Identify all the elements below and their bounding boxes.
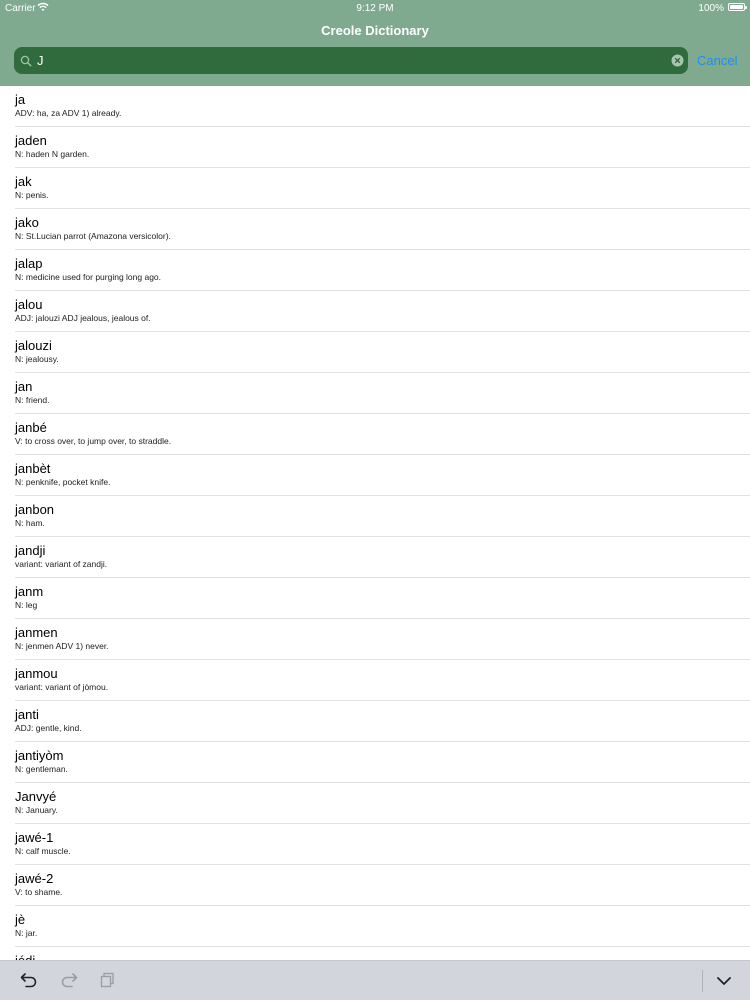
entry-word: janmen xyxy=(15,625,58,640)
list-item[interactable]: janbèt N: penknife, pocket knife. xyxy=(0,455,750,496)
entry-word: jalou xyxy=(15,297,43,312)
list-item[interactable]: jawé-1 N: calf muscle. xyxy=(0,824,750,865)
status-bar: Carrier 9:12 PM 100% xyxy=(0,0,750,16)
list-item[interactable]: jandji variant: variant of zandji. xyxy=(0,537,750,578)
entry-definition: N: penis. xyxy=(15,190,49,200)
entry-definition: ADJ: jalouzi ADJ jealous, jealous of. xyxy=(15,313,151,323)
list-item[interactable]: janm N: leg xyxy=(0,578,750,619)
list-item[interactable]: jak N: penis. xyxy=(0,168,750,209)
entry-definition: N: jenmen ADV 1) never. xyxy=(15,641,109,651)
keyboard-toolbar xyxy=(0,960,750,1000)
clear-icon[interactable] xyxy=(671,54,684,72)
list-item[interactable]: jaden N: haden N garden. xyxy=(0,127,750,168)
entry-definition: N: St.Lucian parrot (Amazona versicolor)… xyxy=(15,231,171,241)
entry-word: jalap xyxy=(15,256,43,271)
entry-list[interactable]: ja ADV: ha, za ADV 1) already. jaden N: had… xyxy=(0,86,750,960)
paste-icon[interactable] xyxy=(100,972,116,993)
entry-word: jawé-2 xyxy=(15,871,54,886)
list-item[interactable]: janbé V: to cross over, to jump over, to … xyxy=(0,414,750,455)
entry-definition: N: jar. xyxy=(15,928,38,938)
list-item[interactable]: jan N: friend. xyxy=(0,373,750,414)
entry-definition: N: gentleman. xyxy=(15,764,68,774)
entry-definition: N: jealousy. xyxy=(15,354,59,364)
entry-word: janbèt xyxy=(15,461,51,476)
entry-word: janbé xyxy=(15,420,47,435)
entry-word: Janvyé xyxy=(15,789,57,804)
entry-word: jako xyxy=(15,215,39,230)
entry-word: jalouzi xyxy=(15,338,52,353)
redo-icon[interactable] xyxy=(60,972,78,993)
cancel-button[interactable]: Cancel xyxy=(697,53,737,68)
clock-label: 9:12 PM xyxy=(356,3,394,14)
entry-definition: N: ham. xyxy=(15,518,45,528)
entry-definition: N: medicine used for purging long ago. xyxy=(15,272,162,282)
entry-word: jan xyxy=(15,379,33,394)
entry-definition: N: penknife, pocket knife. xyxy=(15,477,111,487)
list-item[interactable]: jalou ADJ: jalouzi ADJ jealous, jealous o… xyxy=(0,291,750,332)
entry-definition: N: haden N garden. xyxy=(15,149,90,159)
entry-word: janti xyxy=(15,707,39,722)
list-item[interactable]: Janvyé N: January. xyxy=(0,783,750,824)
battery-icon xyxy=(728,3,747,11)
entry-definition: ADJ: gentle, kind. xyxy=(15,723,82,733)
list-item[interactable]: jantiyòm N: gentleman. xyxy=(0,742,750,783)
list-item[interactable]: jè N: jar. xyxy=(0,906,750,947)
entry-definition: N: calf muscle. xyxy=(15,846,71,856)
list-item[interactable]: jako N: St.Lucian parrot (Amazona versico… xyxy=(0,209,750,250)
list-item[interactable]: jawé-2 V: to shame. xyxy=(0,865,750,906)
entry-word: ja xyxy=(15,92,26,107)
navigation-header: Carrier 9:12 PM 100% Creole Dictionary J… xyxy=(0,0,750,86)
entry-word: jaden xyxy=(15,133,47,148)
entry-word: jè xyxy=(15,912,26,927)
entry-word: janbon xyxy=(15,502,55,517)
battery-percent: 100% xyxy=(698,3,724,14)
entry-definition: N: friend. xyxy=(15,395,50,405)
entry-definition: variant: variant of jòmou. xyxy=(15,682,109,692)
chevron-down-icon[interactable] xyxy=(716,974,732,992)
list-item[interactable]: janti ADJ: gentle, kind. xyxy=(0,701,750,742)
search-input[interactable]: J xyxy=(37,53,44,68)
page-title: Creole Dictionary xyxy=(321,23,429,38)
list-item[interactable]: jalap N: medicine used for purging long a… xyxy=(0,250,750,291)
entry-definition: variant: variant of zandji. xyxy=(15,559,108,569)
entry-word: jak xyxy=(15,174,32,189)
toolbar-divider xyxy=(702,970,703,992)
list-item[interactable]: janmen N: jenmen ADV 1) never. xyxy=(0,619,750,660)
list-item[interactable]: jalouzi N: jealousy. xyxy=(0,332,750,373)
search-icon xyxy=(20,54,32,72)
list-item[interactable]: janbon N: ham. xyxy=(0,496,750,537)
list-item[interactable]: ja ADV: ha, za ADV 1) already. xyxy=(0,86,750,127)
entry-definition: N: January. xyxy=(15,805,58,815)
entry-definition: N: leg xyxy=(15,600,38,610)
entry-word: janmou xyxy=(15,666,58,681)
entry-word: jantiyòm xyxy=(15,748,64,763)
entry-word: jédi xyxy=(15,953,35,960)
entry-definition: V: to shame. xyxy=(15,887,63,897)
search-field[interactable]: J xyxy=(14,47,688,74)
list-item[interactable]: janmou variant: variant of jòmou. xyxy=(0,660,750,701)
list-item[interactable]: jédi xyxy=(0,947,750,960)
entry-word: jandji xyxy=(15,543,46,558)
entry-word: janm xyxy=(15,584,44,599)
entry-definition: V: to cross over, to jump over, to strad… xyxy=(15,436,172,446)
entry-word: jawé-1 xyxy=(15,830,54,845)
undo-icon[interactable] xyxy=(20,972,38,993)
entry-definition: ADV: ha, za ADV 1) already. xyxy=(15,108,122,118)
